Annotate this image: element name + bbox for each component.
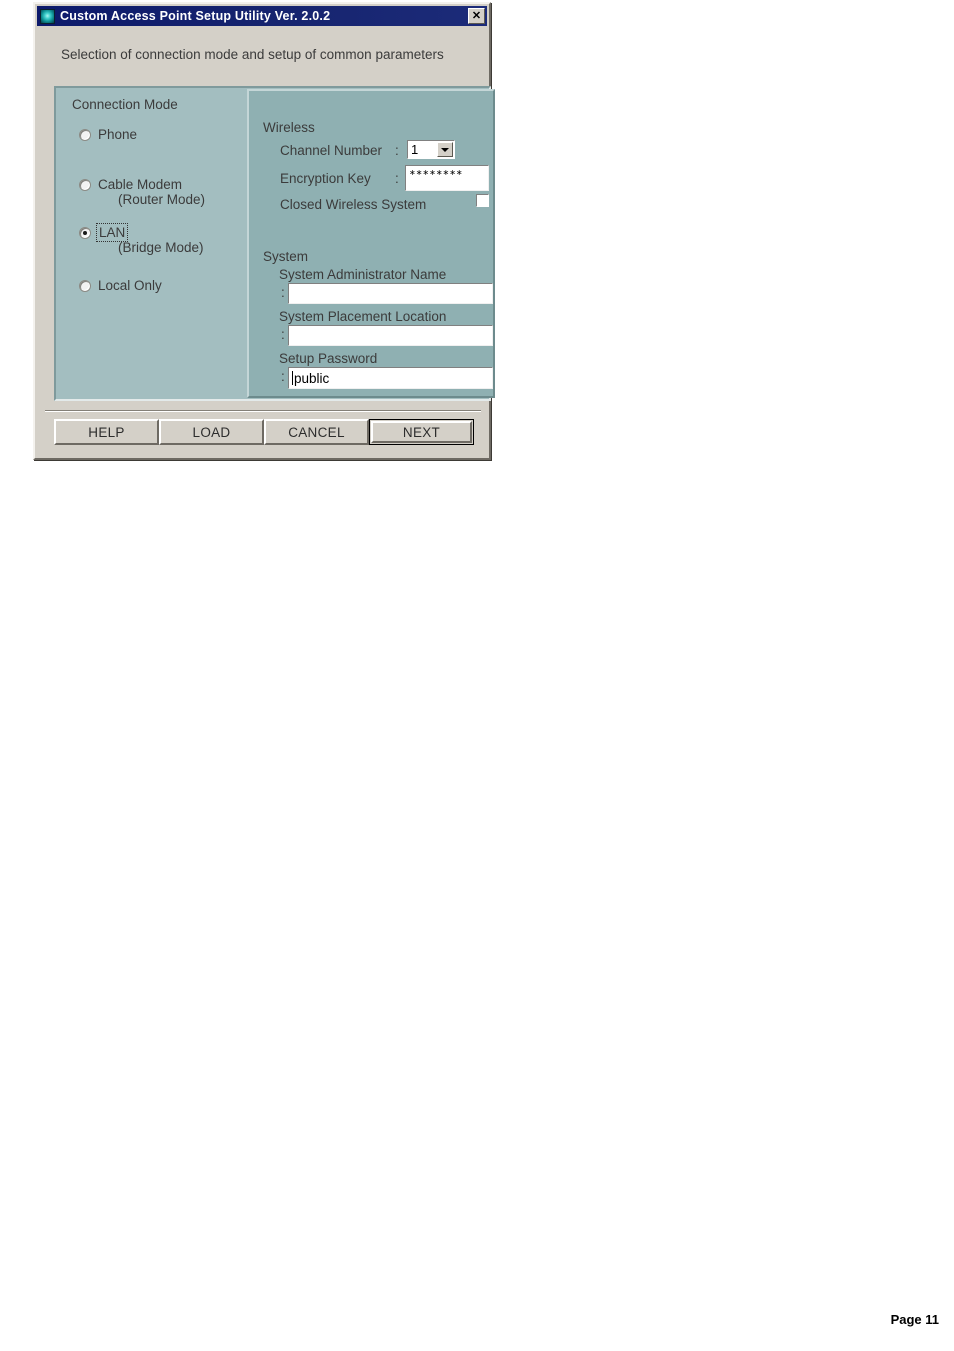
admin-name-colon: : xyxy=(281,285,285,300)
setup-password-colon: : xyxy=(281,369,285,384)
window-title: Custom Access Point Setup Utility Ver. 2… xyxy=(60,9,331,23)
radio-indicator xyxy=(79,179,91,191)
next-button-label: NEXT xyxy=(371,421,472,443)
close-icon[interactable]: ✕ xyxy=(468,8,485,24)
access-point-icon xyxy=(40,8,55,24)
setup-password-value: public xyxy=(294,370,330,386)
placement-location-input[interactable] xyxy=(288,325,493,346)
radio-lan[interactable]: LAN (Bridge Mode) xyxy=(79,223,204,255)
radio-lan-label: LAN (Bridge Mode) xyxy=(95,223,204,255)
cancel-button[interactable]: CANCEL xyxy=(264,419,369,445)
encryption-key-input[interactable]: ∗∗∗∗∗∗∗∗ xyxy=(405,165,489,191)
radio-local-only[interactable]: Local Only xyxy=(79,278,162,293)
text-caret xyxy=(292,371,293,385)
radio-indicator xyxy=(79,280,91,292)
encryption-key-colon: : xyxy=(395,171,399,186)
radio-local-only-label: Local Only xyxy=(98,278,162,293)
wireless-group-label: Wireless xyxy=(263,120,315,135)
radio-cable-modem-title: Cable Modem xyxy=(98,177,183,192)
next-button[interactable]: NEXT xyxy=(369,419,474,445)
chevron-down-icon[interactable] xyxy=(437,142,453,157)
closed-wireless-system-label: Closed Wireless System xyxy=(280,197,427,212)
closed-wireless-system-checkbox[interactable] xyxy=(476,194,489,207)
admin-name-label: System Administrator Name xyxy=(279,267,447,282)
channel-number-value: 1 xyxy=(411,142,419,157)
radio-phone[interactable]: Phone xyxy=(79,127,137,142)
instruction-text: Selection of connection mode and setup o… xyxy=(61,47,444,62)
placement-location-colon: : xyxy=(281,327,285,342)
title-bar[interactable]: Custom Access Point Setup Utility Ver. 2… xyxy=(37,6,487,26)
system-group-label: System xyxy=(263,249,309,264)
radio-lan-title: LAN xyxy=(95,223,129,242)
button-bar-divider xyxy=(45,410,481,412)
encryption-key-label: Encryption Key xyxy=(280,171,371,186)
radio-phone-label: Phone xyxy=(98,127,138,142)
load-button[interactable]: LOAD xyxy=(159,419,264,445)
placement-location-label: System Placement Location xyxy=(279,309,447,324)
channel-number-select[interactable]: 1 xyxy=(407,140,455,159)
channel-number-colon: : xyxy=(395,143,399,158)
radio-lan-sub: (Bridge Mode) xyxy=(118,240,204,255)
radio-indicator-selected xyxy=(79,227,91,239)
radio-cable-modem-label: Cable Modem (Router Mode) xyxy=(98,177,205,207)
radio-cable-modem-sub: (Router Mode) xyxy=(118,192,206,207)
page-number: Page 11 xyxy=(890,1312,939,1327)
admin-name-input[interactable] xyxy=(288,283,493,304)
setup-dialog: Custom Access Point Setup Utility Ver. 2… xyxy=(33,2,495,460)
help-button[interactable]: HELP xyxy=(54,419,159,445)
connection-mode-title: Connection Mode xyxy=(72,97,178,112)
radio-indicator xyxy=(79,129,91,141)
radio-cable-modem[interactable]: Cable Modem (Router Mode) xyxy=(79,177,205,207)
setup-password-input[interactable]: public xyxy=(288,367,493,389)
encryption-key-value: ∗∗∗∗∗∗∗∗ xyxy=(409,168,463,177)
setup-password-label: Setup Password xyxy=(279,351,378,366)
channel-number-label: Channel Number xyxy=(280,143,383,158)
